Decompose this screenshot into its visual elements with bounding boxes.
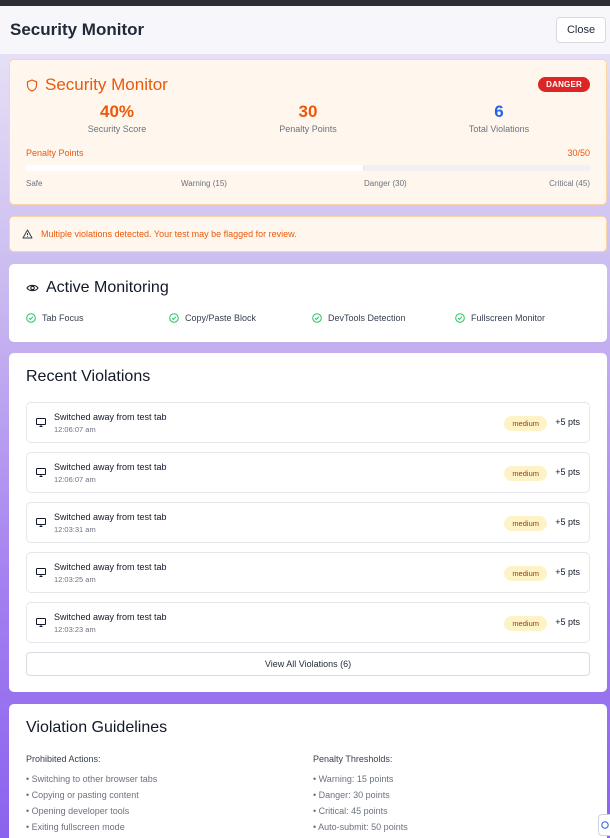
view-all-violations-button[interactable]: View All Violations (6)	[26, 652, 590, 676]
list-item: • Switching to other browser tabs	[26, 774, 158, 784]
active-monitoring-card: Active Monitoring Tab Focus Copy/Paste B…	[9, 264, 607, 342]
violation-points: +5 pts	[555, 617, 580, 627]
monitoring-heading: Active Monitoring	[26, 279, 169, 297]
monitor-item-tab-focus: Tab Focus	[26, 313, 84, 323]
prohibited-actions-list: Prohibited Actions: • Switching to other…	[26, 754, 157, 835]
shield-icon	[26, 78, 38, 92]
alert-text: Multiple violations detected. Your test …	[41, 229, 297, 239]
violation-guidelines-card: Violation Guidelines Prohibited Actions:…	[9, 704, 607, 838]
penalty-progress-value: 30/50	[567, 148, 590, 158]
score-card-title: Security Monitor	[45, 75, 168, 94]
monitor-item-label: Tab Focus	[42, 313, 84, 323]
severity-badge: medium	[504, 616, 547, 631]
monitoring-title: Active Monitoring	[46, 279, 169, 296]
list-item: • Auto-submit: 50 points	[313, 822, 408, 832]
list-item: • Danger: 30 points	[313, 790, 390, 800]
guidelines-title: Violation Guidelines	[26, 719, 168, 736]
check-circle-icon	[169, 313, 179, 323]
violation-description: Switched away from test tab	[54, 612, 167, 622]
monitor-item-devtools: DevTools Detection	[312, 313, 406, 323]
violation-row[interactable]: Switched away from test tab 12:06:07 am …	[26, 402, 590, 443]
status-badge: DANGER	[538, 77, 590, 92]
violation-row[interactable]: Switched away from test tab 12:03:23 am …	[26, 602, 590, 643]
list-item: • Warning: 15 points	[313, 774, 394, 784]
help-widget-icon[interactable]	[598, 814, 610, 836]
total-violations-value: 6	[494, 102, 504, 121]
guidelines-heading: Violation Guidelines	[26, 719, 167, 737]
monitor-icon	[36, 468, 46, 477]
monitor-item-label: Fullscreen Monitor	[471, 313, 546, 323]
dialog-header: Security Monitor Close	[0, 6, 610, 54]
violation-time: 12:06:07 am	[54, 425, 96, 434]
severity-badge: medium	[504, 416, 547, 431]
score-card-heading: Security Monitor	[26, 75, 168, 95]
check-circle-icon	[26, 313, 36, 323]
monitor-icon	[36, 518, 46, 527]
threshold-danger: Danger (30)	[364, 179, 407, 188]
monitor-item-fullscreen: Fullscreen Monitor	[455, 313, 545, 323]
total-violations-label: Total Violations	[468, 124, 530, 134]
list-item: • Exiting fullscreen mode	[26, 822, 125, 832]
violation-row[interactable]: Switched away from test tab 12:03:31 am …	[26, 502, 590, 543]
violation-points: +5 pts	[555, 567, 580, 577]
close-button[interactable]: Close	[556, 17, 606, 43]
security-score-value: 40%	[99, 102, 135, 121]
severity-badge: medium	[504, 566, 547, 581]
violation-points: +5 pts	[555, 517, 580, 527]
violation-time: 12:06:07 am	[54, 475, 96, 484]
penalty-progress-bar	[26, 165, 590, 171]
monitor-item-label: DevTools Detection	[328, 313, 406, 323]
total-violations-stat: 6 Total Violations	[419, 102, 579, 134]
threshold-warning: Warning (15)	[181, 179, 227, 188]
violation-row[interactable]: Switched away from test tab 12:03:25 am …	[26, 552, 590, 593]
penalty-thresholds-list: Penalty Thresholds: • Warning: 15 points…	[313, 754, 408, 835]
check-circle-icon	[312, 313, 322, 323]
violation-description: Switched away from test tab	[54, 412, 167, 422]
violation-time: 12:03:25 am	[54, 575, 96, 584]
violations-heading: Recent Violations	[26, 368, 150, 386]
warning-triangle-icon	[22, 229, 33, 239]
monitor-item-copy-paste: Copy/Paste Block	[169, 313, 256, 323]
violations-title: Recent Violations	[26, 368, 151, 385]
monitor-icon	[36, 418, 46, 427]
threshold-critical: Critical (45)	[549, 179, 590, 188]
monitor-item-label: Copy/Paste Block	[185, 313, 257, 323]
eye-icon	[26, 284, 39, 292]
violation-time: 12:03:23 am	[54, 625, 96, 634]
violation-description: Switched away from test tab	[54, 512, 167, 522]
list-item: • Opening developer tools	[26, 806, 130, 816]
penalty-progress-header: Penalty Points 30/50	[26, 148, 590, 158]
violation-points: +5 pts	[555, 417, 580, 427]
severity-badge: medium	[504, 516, 547, 531]
penalty-points-label: Penalty Points	[279, 124, 337, 134]
check-circle-icon	[455, 313, 465, 323]
list-item: • Critical: 45 points	[313, 806, 388, 816]
security-score-stat: 40% Security Score	[37, 102, 197, 134]
penalty-thresholds-title: Penalty Thresholds:	[313, 754, 393, 764]
violation-description: Switched away from test tab	[54, 562, 167, 572]
violation-row[interactable]: Switched away from test tab 12:06:07 am …	[26, 452, 590, 493]
penalty-points-stat: 30 Penalty Points	[228, 102, 388, 134]
help-icon	[601, 821, 609, 829]
security-score-card: Security Monitor DANGER 40% Security Sco…	[9, 59, 607, 205]
penalty-progress-fill	[26, 165, 365, 171]
threshold-safe: Safe	[26, 179, 43, 188]
prohibited-actions-title: Prohibited Actions:	[26, 754, 101, 764]
recent-violations-card: Recent Violations Switched away from tes…	[9, 353, 607, 692]
violation-description: Switched away from test tab	[54, 462, 167, 472]
penalty-progress-label: Penalty Points	[26, 148, 84, 158]
violation-points: +5 pts	[555, 467, 580, 477]
violation-alert: Multiple violations detected. Your test …	[9, 216, 607, 252]
monitor-icon	[36, 568, 46, 577]
list-item: • Copying or pasting content	[26, 790, 139, 800]
violation-time: 12:03:31 am	[54, 525, 96, 534]
monitor-icon	[36, 618, 46, 627]
penalty-points-value: 30	[298, 102, 318, 121]
dialog-title: Security Monitor	[10, 20, 145, 39]
severity-badge: medium	[504, 466, 547, 481]
security-score-label: Security Score	[87, 124, 147, 134]
